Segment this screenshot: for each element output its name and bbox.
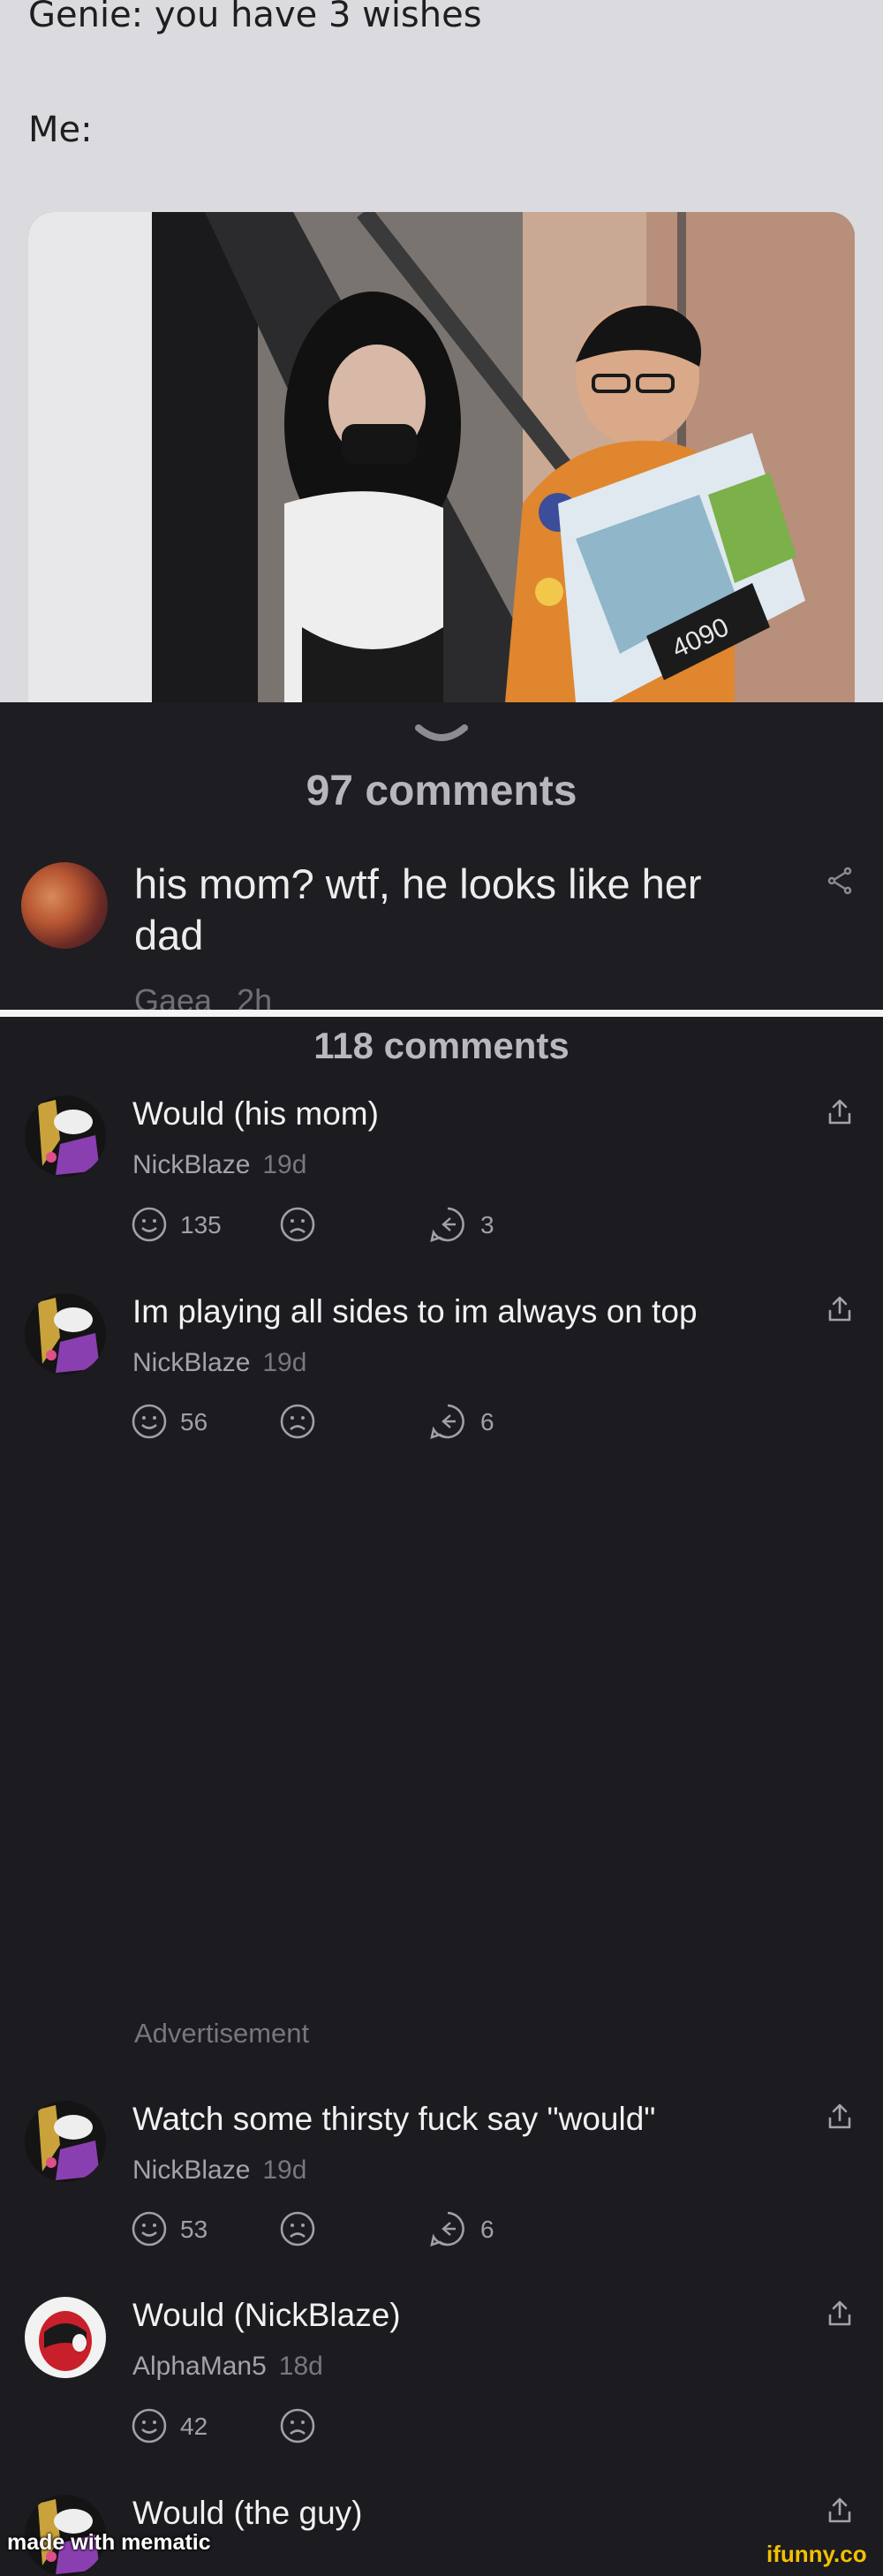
- comment-author[interactable]: AlphaMan5: [132, 2352, 267, 2381]
- advertisement-label: Advertisement: [134, 2018, 310, 2049]
- like-count: 56: [180, 1408, 208, 1436]
- comment-meta: NickBlaze 19d: [132, 2156, 306, 2186]
- upload-share-icon[interactable]: [826, 2496, 853, 2529]
- meme-photo: 4090: [28, 212, 855, 702]
- comment-author[interactable]: NickBlaze: [132, 1348, 250, 1377]
- upload-share-icon[interactable]: [826, 1098, 853, 1131]
- comments-count-second: 118 comments: [313, 1025, 570, 1066]
- comment-text: Would (the guy): [132, 2495, 363, 2531]
- reply-icon[interactable]: [429, 1206, 466, 1247]
- comment-meta: NickBlaze 19d: [132, 1348, 306, 1378]
- upload-share-icon[interactable]: [826, 1295, 853, 1328]
- comment-author[interactable]: NickBlaze: [132, 2156, 250, 2185]
- upload-share-icon[interactable]: [826, 2102, 853, 2135]
- frown-icon[interactable]: [279, 2407, 316, 2449]
- avatar[interactable]: [25, 2297, 106, 2378]
- comments-count: 97 comments: [306, 768, 577, 814]
- mematic-watermark: made with mematic: [7, 2530, 211, 2555]
- like-count: 135: [180, 1211, 222, 1239]
- comment-text: Watch some thirsty fuck say "would": [132, 2101, 656, 2137]
- reply-icon[interactable]: [429, 2210, 466, 2252]
- comment-text: Would (NickBlaze): [132, 2297, 401, 2333]
- smile-icon[interactable]: [131, 2210, 168, 2252]
- upload-share-icon[interactable]: [826, 2299, 853, 2332]
- avatar[interactable]: [25, 2101, 106, 2182]
- comment-time: 18d: [278, 2352, 323, 2381]
- reply-count: 6: [480, 2216, 494, 2243]
- comment-time: 19d: [262, 1150, 307, 1179]
- reply-icon[interactable]: [429, 1403, 466, 1444]
- ifunny-watermark: ifunny.co: [766, 2541, 867, 2567]
- frown-icon[interactable]: [279, 1403, 316, 1444]
- meme-line-me: Me:: [28, 110, 93, 150]
- frown-icon[interactable]: [279, 1206, 316, 1247]
- frown-icon[interactable]: [279, 2210, 316, 2252]
- avatar[interactable]: [25, 1293, 106, 1375]
- smile-icon[interactable]: [131, 1206, 168, 1247]
- smile-icon[interactable]: [131, 1403, 168, 1444]
- comment-meta: NickBlaze 19d: [132, 1150, 306, 1180]
- meme-line-genie: Genie: you have 3 wishes: [28, 0, 482, 35]
- screenshot-divider: [0, 1010, 883, 1017]
- avatar[interactable]: [25, 1095, 106, 1177]
- comment-author[interactable]: NickBlaze: [132, 1150, 250, 1179]
- comment-text: Im playing all sides to im always on top: [132, 1293, 698, 1330]
- avatar[interactable]: [21, 862, 108, 949]
- comment-meta: AlphaMan5 18d: [132, 2352, 323, 2382]
- smile-icon[interactable]: [131, 2407, 168, 2449]
- reply-count: 3: [480, 1211, 494, 1239]
- comment-text: Would (his mom): [132, 1095, 379, 1132]
- reply-count: 6: [480, 1408, 494, 1436]
- like-count: 53: [180, 2216, 208, 2243]
- comment-text: his mom? wtf, he looks like her dad: [134, 860, 702, 958]
- chevron-down-icon[interactable]: [415, 724, 468, 752]
- like-count: 42: [180, 2413, 208, 2440]
- share-icon[interactable]: [826, 866, 853, 900]
- comment-time: 19d: [262, 2156, 307, 2185]
- meme-photo-illustration: 4090: [28, 212, 855, 702]
- comment-time: 19d: [262, 1348, 307, 1377]
